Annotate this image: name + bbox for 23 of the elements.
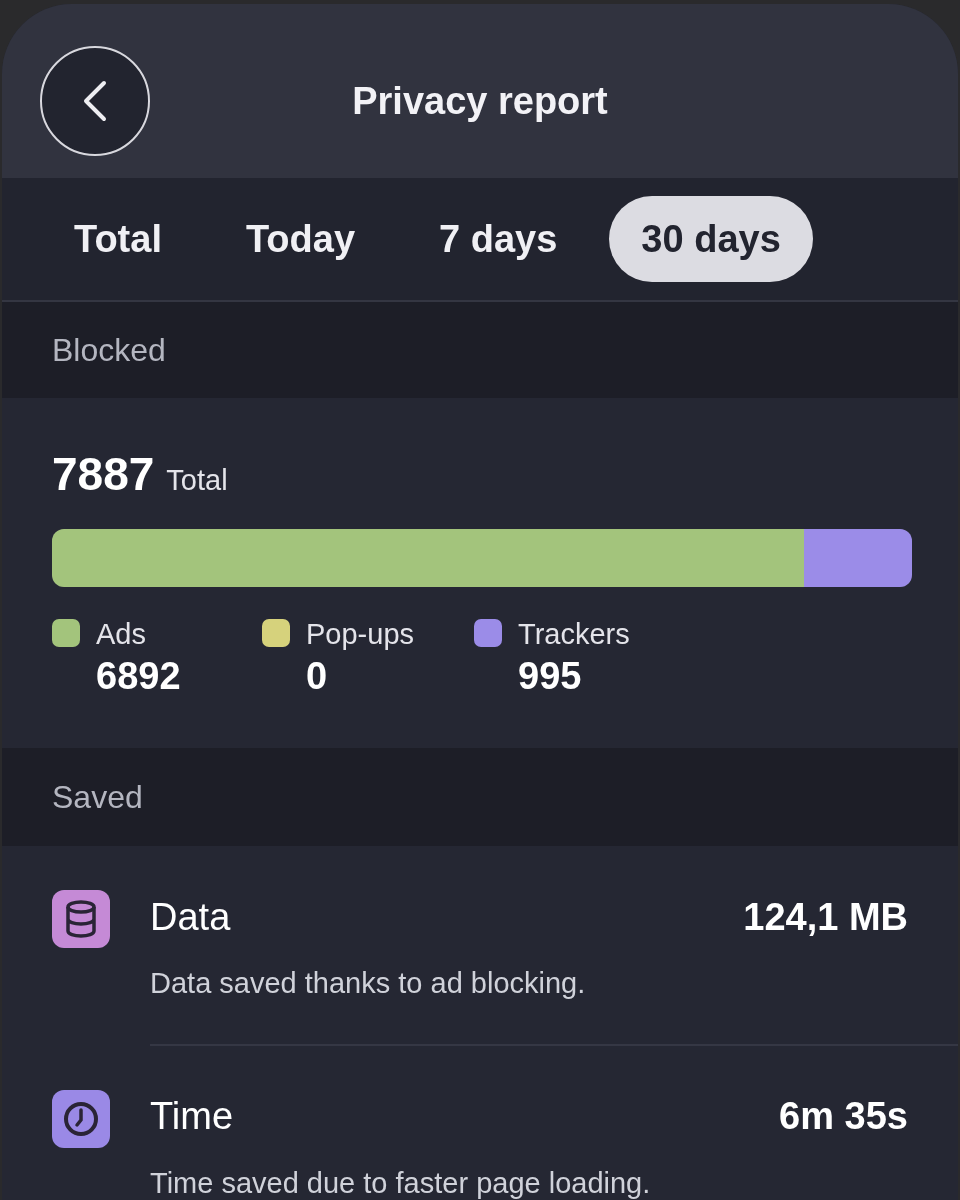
saved-description: Data saved thanks to ad blocking. (150, 966, 587, 1001)
total-label: Total (166, 463, 228, 498)
legend-count: 0 (306, 654, 329, 699)
section-heading: Saved (52, 778, 143, 817)
saved-title: Time (150, 1094, 234, 1139)
database-icon (52, 890, 110, 948)
clock-icon (52, 1089, 110, 1148)
legend-label: Ads (96, 617, 147, 651)
period-tab[interactable]: Today (213, 196, 388, 282)
legend-label: Trackers (518, 617, 630, 651)
period-tab[interactable]: 30 days (609, 196, 813, 282)
legend-count: 995 (518, 654, 583, 699)
page-title: Privacy report (352, 78, 608, 124)
saved-description: Time saved due to faster page loading. (150, 1165, 652, 1200)
legend-label: Pop-ups (306, 617, 414, 651)
legend-count: 6892 (96, 654, 181, 699)
saved-value: 124,1 MB (743, 894, 908, 940)
period-tab[interactable]: Total (42, 196, 194, 282)
section-heading: Blocked (52, 331, 166, 370)
total-count: 7887 (52, 447, 155, 502)
saved-value: 6m 35s (779, 1094, 908, 1139)
period-tab[interactable]: 7 days (407, 196, 590, 282)
saved-title: Data (150, 894, 231, 940)
